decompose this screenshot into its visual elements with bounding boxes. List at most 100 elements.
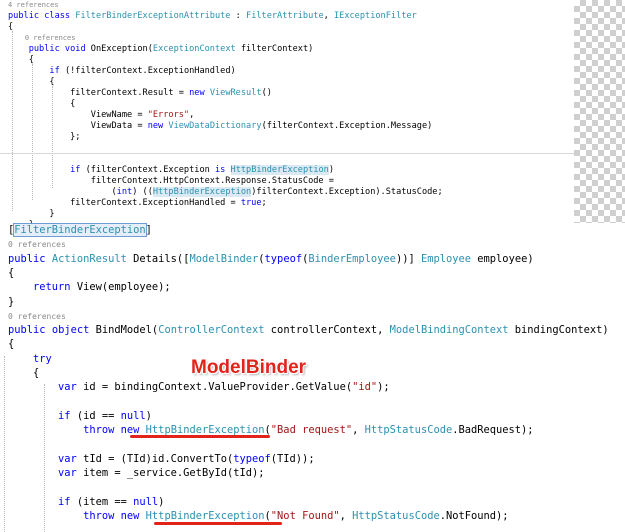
code-line: } — [8, 209, 55, 220]
code-token: ) (( — [132, 187, 153, 197]
code-lens-references[interactable]: 4 references — [8, 1, 59, 9]
code-token: .BadRequest); — [452, 424, 534, 437]
code-token: OnException( — [85, 44, 153, 54]
code-token: ) — [158, 495, 165, 508]
code-token: int — [116, 187, 133, 197]
code-token: HttpStatusCode — [352, 510, 440, 522]
code-token: View(employee); — [70, 281, 171, 294]
code-token: { — [8, 99, 76, 109]
code-lens-references[interactable]: 0 references — [8, 240, 66, 249]
code-line: { — [8, 266, 14, 280]
code-token: if — [70, 165, 81, 175]
code-editor-exception-filter[interactable]: 4 references public class FilterBinderExc… — [0, 0, 574, 230]
code-token: bindingContext) — [508, 324, 609, 337]
code-token: public — [8, 324, 46, 337]
code-token: { — [8, 22, 14, 32]
code-token: employee) — [471, 252, 534, 265]
code-line: { — [8, 366, 39, 380]
code-token: return — [33, 281, 71, 294]
code-token: id = bindingContext.ValueProvider.GetVal… — [76, 381, 353, 394]
code-line: throw new HttpBinderException("Not Found… — [8, 509, 509, 523]
code-token: public class — [8, 11, 76, 21]
code-token: ActionResult — [51, 252, 127, 265]
code-line: if (!filterContext.ExceptionHandled) — [8, 66, 236, 77]
code-token: FilterAttribute — [246, 11, 324, 21]
code-token: new — [147, 121, 164, 131]
code-token: }; — [8, 132, 81, 142]
code-token: filterContext.HttpContext.Response.Statu… — [8, 176, 334, 186]
code-token: typeof — [233, 452, 271, 465]
code-token: "Errors" — [147, 110, 190, 120]
code-token: Employee — [420, 252, 472, 265]
code-line: ViewName = "Errors", — [8, 110, 195, 121]
code-token: (!filterContext.ExceptionHandled) — [59, 66, 236, 76]
code-line: public void OnException(ExceptionContext… — [8, 44, 314, 55]
code-token: null — [133, 495, 159, 508]
code-line: public object BindModel(ControllerContex… — [8, 323, 609, 337]
code-line: { — [8, 77, 54, 88]
code-token: FilterBinderExceptionAttribute — [75, 11, 231, 21]
code-token: , — [323, 11, 334, 21]
modelbinder-annotation: ModelBinder — [191, 357, 307, 378]
code-line: { — [8, 337, 14, 351]
code-token: object — [51, 324, 90, 337]
code-token: ViewResult — [209, 88, 262, 98]
code-token: throw — [83, 424, 115, 437]
code-line: }; — [8, 132, 80, 143]
code-line: public ActionResult Details([ModelBinder… — [8, 252, 534, 266]
code-token: filterContext.ExceptionHandled = — [8, 198, 241, 208]
code-lens-references[interactable]: 0 references — [8, 312, 66, 321]
code-token: IExceptionFilter — [333, 11, 417, 21]
code-token: var — [58, 452, 77, 465]
code-token: HttpBinderException — [145, 510, 265, 522]
code-token: ViewData = — [8, 121, 148, 131]
code-line: var tId = (TId)id.ConvertTo(typeof(TId))… — [8, 452, 315, 466]
code-token: { — [8, 367, 40, 379]
code-line: public class FilterBinderExceptionAttrib… — [8, 11, 417, 22]
code-token: BindModel( — [89, 324, 159, 337]
code-token: ControllerContext — [158, 324, 265, 337]
code-line: { — [8, 22, 13, 33]
code-token: ExceptionContext — [152, 44, 236, 54]
code-token: "Bad request" — [270, 424, 353, 437]
code-line: filterContext.HttpContext.Response.Statu… — [8, 176, 334, 187]
pane-divider — [0, 153, 574, 154]
code-token: { — [8, 55, 34, 65]
code-lens-references[interactable]: 0 references — [8, 34, 76, 42]
code-token: filterContext.Result = — [8, 88, 190, 98]
code-token: new — [189, 88, 205, 98]
code-token: ))] — [395, 252, 421, 265]
code-token: ModelBindingContext — [389, 324, 509, 337]
code-line: filterContext.Result = new ViewResult() — [8, 88, 272, 99]
code-line: try — [8, 352, 52, 366]
code-token: ] — [145, 224, 152, 236]
code-token: is — [214, 165, 226, 175]
code-line: if (item == null) — [8, 495, 164, 509]
code-token: ViewName = — [8, 110, 148, 120]
code-token: ) — [145, 409, 152, 422]
code-token: (id == — [70, 409, 121, 422]
code-token: ; — [261, 198, 267, 208]
code-line: 4 references — [8, 0, 59, 11]
code-editor-model-binder[interactable]: [FilterBinderException] 0 references publi… — [0, 223, 625, 532]
code-token: .NotFound); — [439, 510, 509, 522]
code-line: 0 references — [8, 309, 66, 324]
code-line: if (filterContext.Exception is HttpBinde… — [8, 165, 334, 176]
code-token: ) — [328, 165, 335, 175]
underline-bad-request — [130, 435, 270, 438]
code-token: try — [33, 352, 52, 365]
code-token: } — [8, 209, 55, 219]
code-token: (TId)); — [270, 452, 315, 465]
code-line: } — [8, 295, 14, 309]
code-token: if — [58, 409, 71, 422]
